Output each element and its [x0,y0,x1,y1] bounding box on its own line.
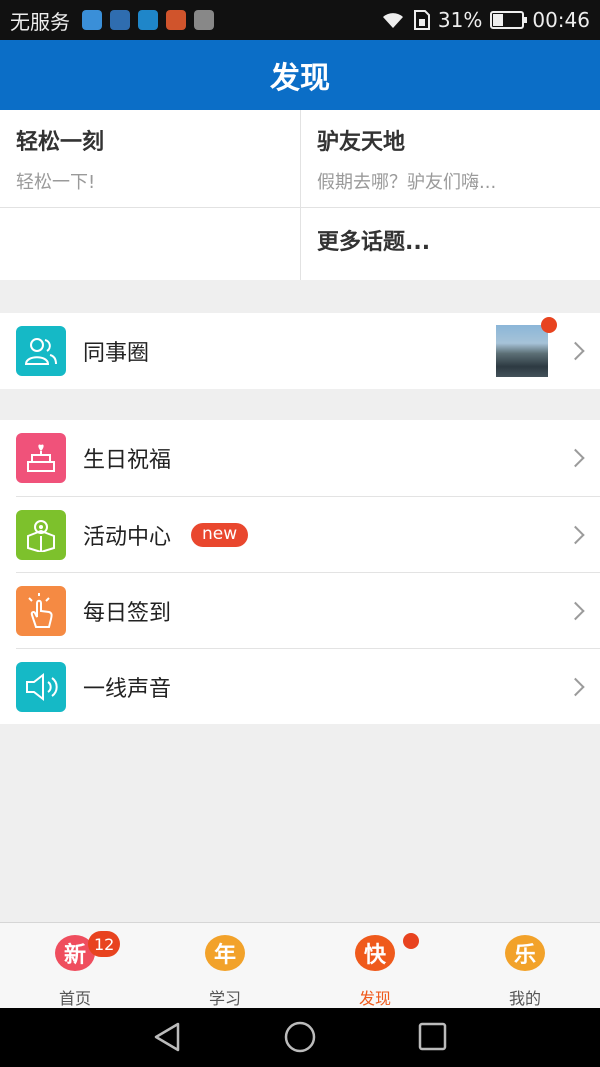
new-dot [403,933,419,949]
divider [0,207,600,208]
divider [300,110,301,280]
wifi-icon [382,13,403,28]
topic-more[interactable]: 更多话题... [301,208,600,280]
battery-icon [490,11,528,29]
tap-hand-icon [16,585,66,636]
tab-home[interactable]: 新 12 首页 [0,923,150,1009]
menu-item-label: 生日祝福 [83,448,172,473]
tab-discover[interactable]: 快 发现 [300,923,450,1009]
menu-item-label: 一线声音 [83,676,172,702]
mine-tab-icon: 乐 [505,935,545,971]
page-title: 发现 [270,61,330,96]
topic-subtitle: 假期去哪？驴友们嗨... [317,172,497,193]
menu-item-checkin[interactable]: 每日签到 [16,572,600,648]
app-icon [82,10,102,30]
sim-icon [413,10,430,30]
study-tab-icon: 年 [205,935,245,971]
tab-study[interactable]: 年 学习 [150,923,300,1009]
menu-group: 生日祝福 活动中心 new 每日签到 一线声音 [0,420,600,724]
tab-label: 我的 [508,989,541,1008]
menu-item-label: 每日签到 [83,600,172,626]
menu-item-activity[interactable]: 活动中心 new [16,496,600,572]
menu-item-label: 活动中心 [83,524,172,550]
birthday-cake-icon [16,433,66,483]
topic-title: 驴友天地 [317,130,406,155]
activity-icon [16,509,66,560]
tab-mine[interactable]: 乐 我的 [450,923,600,1009]
pulse-icon [110,10,130,30]
chevron-right-icon [566,448,585,468]
topic-relax[interactable]: 轻松一刻 轻松一下! [0,110,300,207]
carrier-label: 无服务 [10,9,70,34]
topic-travel[interactable]: 驴友天地 假期去哪？驴友们嗨... [301,110,600,207]
home-icon[interactable] [284,1021,316,1053]
chevron-right-icon [566,525,585,544]
speaker-icon [16,661,66,712]
usb-icon [138,10,158,30]
topics-grid: 轻松一刻 轻松一下! 驴友天地 假期去哪？驴友们嗨... 更多话题... [0,110,600,280]
recents-icon[interactable] [418,1022,447,1051]
unread-count-badge: 12 [88,931,121,957]
colleagues-icon [16,326,66,376]
status-bar: 无服务 31% 00:46 [0,0,600,40]
chevron-right-icon [566,601,585,620]
menu-item-voice[interactable]: 一线声音 [16,648,600,724]
moments-group: 同事圈 [0,313,600,389]
new-dot [541,317,557,333]
system-nav-bar [0,1008,600,1067]
back-icon[interactable] [154,1022,180,1052]
clock: 00:46 [532,8,590,32]
bottom-tab-bar: 新 12 首页 年 学习 快 发现 乐 我的 [0,922,600,1008]
new-badge: new [191,522,249,547]
discover-tab-icon: 快 [355,935,395,971]
chevron-right-icon [566,677,585,696]
topic-empty [0,208,300,280]
tab-label: 首页 [58,989,91,1008]
app-header: 发现 [0,40,600,110]
more-topics-link: 更多话题... [317,230,431,255]
battery-percent: 31% [437,8,483,32]
topic-title: 轻松一刻 [16,130,105,155]
tab-label: 发现 [358,989,391,1008]
tab-label: 学习 [208,989,241,1008]
topic-subtitle: 轻松一下! [16,172,96,193]
image-icon [194,10,214,30]
moments-row[interactable]: 同事圈 [0,313,600,389]
app-icon [166,10,186,30]
menu-item-birthday[interactable]: 生日祝福 [0,420,600,496]
moments-label: 同事圈 [83,341,150,366]
moments-thumbnail [496,325,548,377]
chevron-right-icon [566,341,585,361]
